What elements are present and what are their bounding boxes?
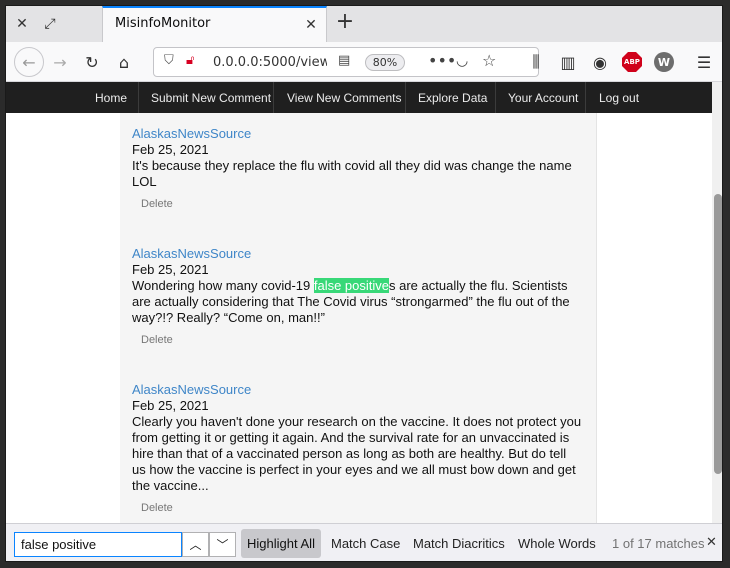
back-button[interactable]: ←	[14, 47, 44, 77]
page-content: AlaskasNewsSource Feb 25, 2021 It's beca…	[6, 113, 712, 523]
nav-explore-data[interactable]: Explore Data	[418, 91, 487, 105]
find-next-button[interactable]: ﹀	[209, 532, 236, 557]
library-icon[interactable]: ⫼	[524, 50, 548, 74]
close-window-icon[interactable]: ✕	[12, 14, 32, 34]
bookmark-star-icon[interactable]: ☆	[482, 51, 496, 70]
comment-author-link[interactable]: AlaskasNewsSource	[132, 126, 582, 142]
close-find-bar-icon[interactable]: ✕	[706, 535, 717, 550]
scrollbar-thumb[interactable]	[714, 194, 722, 474]
account-icon[interactable]: ◉	[588, 50, 612, 74]
comment-author-link[interactable]: AlaskasNewsSource	[132, 382, 582, 398]
comment-text: Wondering how many covid-19 false positi…	[132, 278, 570, 325]
browser-window: ✕ ⤢ MisinfoMonitor ✕ + ← → ↻ ⌂ ⛉ 🔓︎ 0.0.…	[5, 5, 723, 562]
nav-log-out[interactable]: Log out	[599, 91, 639, 105]
match-diacritics-toggle[interactable]: Match Diacritics	[413, 536, 505, 551]
url-text[interactable]: 0.0.0.0:5000/view_a	[213, 55, 327, 70]
menu-icon[interactable]: ☰	[692, 50, 716, 74]
forward-button[interactable]: →	[48, 50, 72, 74]
shield-icon[interactable]: ⛉	[164, 53, 174, 68]
comment-text: It's because they replace the flu with c…	[132, 158, 572, 189]
highlight-all-toggle[interactable]: Highlight All	[241, 529, 321, 558]
tab-close-icon[interactable]: ✕	[302, 16, 320, 34]
site-nav: Home Submit New Comment View New Comment…	[6, 82, 712, 113]
tab-title: MisinfoMonitor	[115, 16, 211, 31]
comment-card: AlaskasNewsSource Feb 25, 2021 It's beca…	[132, 126, 582, 212]
insecure-lock-icon[interactable]: 🔓︎	[186, 53, 194, 68]
comment-card: AlaskasNewsSource Feb 25, 2021 Wondering…	[132, 246, 582, 348]
match-case-toggle[interactable]: Match Case	[331, 536, 400, 551]
vertical-scrollbar[interactable]	[712, 82, 722, 523]
nav-submit-new-comment[interactable]: Submit New Comment	[151, 91, 271, 105]
delete-button[interactable]: Delete	[141, 196, 582, 212]
url-bar[interactable]: ⛉ 🔓︎ 0.0.0.0:5000/view_a ▤ 80% ••• ◡ ☆	[153, 47, 539, 77]
zoom-indicator[interactable]: 80%	[365, 54, 405, 71]
find-bar: ︿ ﹀ Highlight All Match Case Match Diacr…	[6, 523, 722, 561]
home-button[interactable]: ⌂	[112, 50, 136, 74]
nav-view-new-comments[interactable]: View New Comments	[287, 91, 401, 105]
find-highlight: false positive	[313, 278, 390, 293]
extension-w-icon[interactable]: W	[654, 52, 674, 72]
nav-your-account[interactable]: Your Account	[508, 91, 578, 105]
delete-button[interactable]: Delete	[141, 500, 582, 516]
navigation-toolbar: ← → ↻ ⌂ ⛉ 🔓︎ 0.0.0.0:5000/view_a ▤ 80% •…	[6, 42, 722, 82]
find-previous-button[interactable]: ︿	[182, 532, 209, 557]
restore-window-icon[interactable]: ⤢	[40, 14, 60, 34]
pocket-icon[interactable]: ◡	[456, 53, 468, 69]
comment-date: Feb 25, 2021	[132, 398, 209, 413]
comment-text: Clearly you haven't done your research o…	[132, 414, 582, 493]
nav-home[interactable]: Home	[95, 91, 127, 105]
find-input[interactable]	[14, 532, 182, 557]
reload-button[interactable]: ↻	[80, 50, 104, 74]
comment-date: Feb 25, 2021	[132, 142, 209, 157]
delete-button[interactable]: Delete	[141, 332, 582, 348]
match-count: 1 of 17 matches	[612, 536, 705, 551]
tab-strip: ✕ ⤢ MisinfoMonitor ✕ +	[6, 6, 722, 42]
reader-view-icon[interactable]: ▤	[338, 53, 350, 68]
new-tab-button[interactable]: +	[334, 11, 356, 34]
page-actions-icon[interactable]: •••	[428, 51, 456, 70]
tab-misinfomonitor[interactable]: MisinfoMonitor ✕	[102, 6, 327, 42]
comment-author-link[interactable]: AlaskasNewsSource	[132, 246, 582, 262]
sidebar-icon[interactable]: ▥	[556, 50, 580, 74]
adblock-icon[interactable]: ABP	[622, 52, 642, 72]
whole-words-toggle[interactable]: Whole Words	[518, 536, 596, 551]
comment-date: Feb 25, 2021	[132, 262, 209, 277]
comment-card: AlaskasNewsSource Feb 25, 2021 Clearly y…	[132, 382, 582, 516]
